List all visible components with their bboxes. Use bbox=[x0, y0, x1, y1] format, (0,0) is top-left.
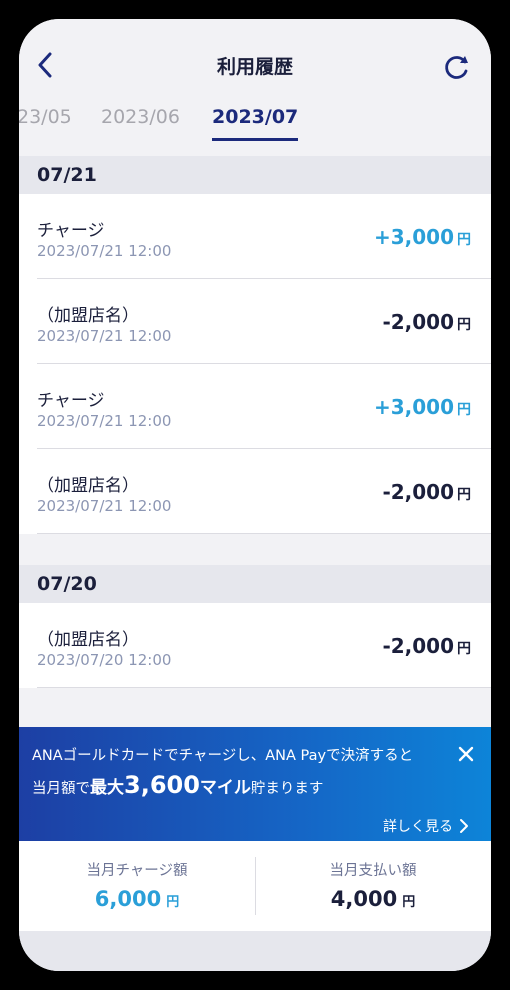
tab-month-2023-06[interactable]: 2023/06 bbox=[101, 106, 180, 128]
row-divider bbox=[37, 687, 491, 688]
row-divider bbox=[37, 533, 491, 534]
transaction-list: （加盟店名） 2023/07/20 12:00 -2,000 円 bbox=[19, 603, 491, 688]
charge-summary-value: 6,000 円 bbox=[94, 887, 180, 911]
transaction-name: （加盟店名） bbox=[37, 306, 139, 326]
refresh-icon bbox=[445, 56, 468, 79]
date-header-label: 07/20 bbox=[37, 573, 97, 595]
transaction-row[interactable]: チャージ 2023/07/21 12:00 +3,000 円 bbox=[19, 194, 491, 279]
banner-close-button[interactable] bbox=[455, 743, 477, 765]
chevron-right-icon bbox=[460, 819, 468, 833]
transaction-datetime: 2023/07/21 12:00 bbox=[37, 412, 172, 430]
transaction-amount: +3,000 円 bbox=[373, 225, 471, 249]
screen: 利用履歴 23/05 2023/06 2023/07 07/21 チャージ 20… bbox=[19, 19, 491, 971]
payment-summary: 当月支払い額 4,000 円 bbox=[255, 841, 491, 931]
date-header: 07/20 bbox=[19, 565, 491, 603]
payment-summary-label: 当月支払い額 bbox=[329, 863, 417, 879]
transaction-name: （加盟店名） bbox=[37, 630, 139, 650]
transaction-amount: +3,000 円 bbox=[373, 395, 471, 419]
refresh-button[interactable] bbox=[441, 51, 473, 83]
transaction-datetime: 2023/07/20 12:00 bbox=[37, 651, 172, 669]
bottom-strip bbox=[19, 931, 491, 971]
active-tab-indicator bbox=[212, 138, 298, 141]
transaction-amount: -2,000 円 bbox=[382, 634, 471, 658]
transaction-row[interactable]: （加盟店名） 2023/07/21 12:00 -2,000 円 bbox=[19, 279, 491, 364]
banner-more-link[interactable]: 詳しく見る bbox=[383, 816, 471, 836]
monthly-summary: 当月チャージ額 6,000 円 当月支払い額 4,000 円 bbox=[19, 841, 491, 931]
transaction-name: （加盟店名） bbox=[37, 476, 139, 496]
date-header-label: 07/21 bbox=[37, 164, 97, 186]
transaction-row[interactable]: （加盟店名） 2023/07/20 12:00 -2,000 円 bbox=[19, 603, 491, 688]
nav-bar: 利用履歴 bbox=[19, 19, 491, 101]
page-title: 利用履歴 bbox=[216, 56, 293, 78]
transaction-amount: -2,000 円 bbox=[382, 480, 471, 504]
tab-month-2023-07[interactable]: 2023/07 bbox=[212, 106, 298, 128]
transaction-row[interactable]: チャージ 2023/07/21 12:00 +3,000 円 bbox=[19, 364, 491, 449]
transaction-datetime: 2023/07/21 12:00 bbox=[37, 327, 172, 345]
transaction-row[interactable]: （加盟店名） 2023/07/21 12:00 -2,000 円 bbox=[19, 449, 491, 534]
phone-frame: 利用履歴 23/05 2023/06 2023/07 07/21 チャージ 20… bbox=[0, 0, 510, 990]
banner-line1: ANAゴールドカードでチャージし、ANA Payで決済すると bbox=[32, 748, 414, 764]
tab-month-2023-05[interactable]: 23/05 bbox=[19, 106, 72, 128]
banner-line2: 当月額で最大3,600マイル貯まります bbox=[32, 771, 324, 799]
transaction-datetime: 2023/07/21 12:00 bbox=[37, 242, 172, 260]
banner-more-label: 詳しく見る bbox=[383, 819, 453, 835]
transaction-amount: -2,000 円 bbox=[382, 310, 471, 334]
promo-banner[interactable]: ANAゴールドカードでチャージし、ANA Payで決済すると 当月額で最大3,6… bbox=[19, 727, 491, 841]
close-icon bbox=[458, 746, 474, 762]
charge-summary: 当月チャージ額 6,000 円 bbox=[19, 841, 255, 931]
month-tabs: 23/05 2023/06 2023/07 bbox=[19, 101, 491, 153]
date-header: 07/21 bbox=[19, 156, 491, 194]
transaction-datetime: 2023/07/21 12:00 bbox=[37, 497, 172, 515]
transaction-name: チャージ bbox=[37, 221, 105, 241]
payment-summary-value: 4,000 円 bbox=[330, 887, 416, 911]
charge-summary-label: 当月チャージ額 bbox=[86, 863, 188, 879]
transaction-name: チャージ bbox=[37, 391, 105, 411]
transaction-list: チャージ 2023/07/21 12:00 +3,000 円 （加盟店名） 202… bbox=[19, 194, 491, 534]
